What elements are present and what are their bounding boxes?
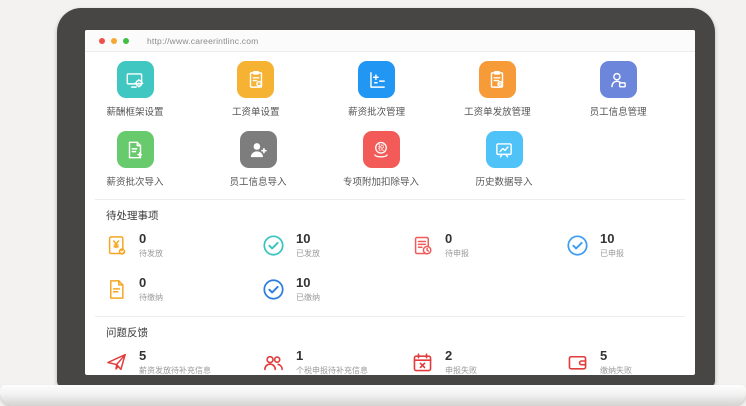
stat-label: 待申报 <box>445 248 469 259</box>
feedback-section-title: 问题反馈 <box>85 317 695 342</box>
stat-to-pay[interactable]: 0 待缴纳 <box>105 276 262 303</box>
app-history-data-import[interactable]: 历史数据导入 <box>460 131 583 188</box>
app-special-deduction-import[interactable]: 税 专项附加扣除导入 <box>337 131 460 188</box>
app-label: 员工信息导入 <box>229 174 286 188</box>
doc-clock-icon <box>411 234 434 257</box>
doc-list-icon <box>105 278 128 301</box>
stat-distribution-pending-info[interactable]: 5 薪资发放待补充信息 <box>105 349 262 375</box>
app-label: 薪资批次导入 <box>106 174 163 188</box>
stat-value: 5 <box>600 349 632 363</box>
app-salary-batch-management[interactable]: 薪资批次管理 <box>333 61 454 118</box>
stat-label: 申报失败 <box>445 365 477 375</box>
stat-value: 0 <box>139 232 163 246</box>
stat-label: 已申报 <box>600 248 624 259</box>
stat-value: 10 <box>296 276 320 290</box>
people-icon <box>262 351 285 374</box>
browser-bar: http://www.careerintlinc.com <box>85 30 695 52</box>
app-employee-info-import[interactable]: 员工信息导入 <box>214 131 337 188</box>
app-label: 员工信息管理 <box>590 104 647 118</box>
minimize-icon[interactable] <box>111 38 117 44</box>
stat-declare-failed[interactable]: 2 申报失败 <box>411 349 566 375</box>
clipboard-send-icon <box>479 61 516 98</box>
app-salary-framework-settings[interactable]: 薪酬框架设置 <box>91 61 212 118</box>
stat-tax-pending-info[interactable]: 1 个税申报待补充信息 <box>262 349 411 375</box>
app-grid-row-2: 薪资批次导入 员工信息导入 <box>85 131 695 188</box>
stat-distributed[interactable]: 10 已发放 <box>262 232 411 259</box>
doc-yen-icon <box>105 234 128 257</box>
feedback-stats-row: 5 薪资发放待补充信息 1 个税申报待补充信息 <box>85 349 695 375</box>
employee-card-icon <box>600 61 637 98</box>
stat-value: 1 <box>296 349 368 363</box>
pending-stats-row-2: 0 待缴纳 10 已缴纳 <box>85 276 695 303</box>
laptop-base <box>0 385 746 406</box>
chart-batch-icon <box>358 61 395 98</box>
app-label: 工资单设置 <box>232 104 280 118</box>
stat-label: 已缴纳 <box>296 292 320 303</box>
stat-label: 待发放 <box>139 248 163 259</box>
stat-to-distribute[interactable]: 0 待发放 <box>105 232 262 259</box>
check-circle-icon <box>262 234 285 257</box>
stat-value: 10 <box>296 232 320 246</box>
app-label: 薪资批次管理 <box>348 104 405 118</box>
stat-paid[interactable]: 10 已缴纳 <box>262 276 411 303</box>
app-label: 工资单发放管理 <box>464 104 531 118</box>
clipboard-gear-icon <box>237 61 274 98</box>
laptop-screen: http://www.careerintlinc.com 薪酬框架设置 <box>85 30 695 375</box>
check-circle-icon <box>262 278 285 301</box>
paper-plane-icon <box>105 351 128 374</box>
stat-label: 待缴纳 <box>139 292 163 303</box>
stat-label: 缴纳失败 <box>600 365 632 375</box>
stat-pay-failed[interactable]: 5 缴纳失败 <box>566 349 676 375</box>
maximize-icon[interactable] <box>123 38 129 44</box>
stat-to-declare[interactable]: 0 待申报 <box>411 232 566 259</box>
app-payslip-settings[interactable]: 工资单设置 <box>212 61 333 118</box>
stat-value: 5 <box>139 349 211 363</box>
calendar-x-icon <box>411 351 434 374</box>
app-grid-row-1: 薪酬框架设置 工资单设置 <box>85 61 695 118</box>
check-circle-icon <box>566 234 589 257</box>
address-bar[interactable]: http://www.careerintlinc.com <box>147 36 258 46</box>
tax-deduction-icon: 税 <box>363 131 400 168</box>
stat-value: 0 <box>139 276 163 290</box>
stat-value: 10 <box>600 232 624 246</box>
monitor-gear-icon <box>117 61 154 98</box>
app-employee-info-management[interactable]: 员工信息管理 <box>574 61 695 118</box>
close-icon[interactable] <box>99 38 105 44</box>
person-add-icon <box>240 131 277 168</box>
pending-stats-row-1: 0 待发放 10 已发放 <box>85 232 695 259</box>
laptop-frame: http://www.careerintlinc.com 薪酬框架设置 <box>57 8 715 387</box>
app-label: 历史数据导入 <box>475 174 532 188</box>
stat-label: 薪资发放待补充信息 <box>139 365 211 375</box>
svg-text:税: 税 <box>378 143 385 152</box>
app-label: 薪酬框架设置 <box>106 104 163 118</box>
wallet-icon <box>566 351 589 374</box>
stat-declared[interactable]: 10 已申报 <box>566 232 676 259</box>
stat-value: 2 <box>445 349 477 363</box>
pending-section-title: 待处理事项 <box>85 200 695 225</box>
stat-label: 已发放 <box>296 248 320 259</box>
history-board-icon <box>486 131 523 168</box>
app-label: 专项附加扣除导入 <box>343 174 419 188</box>
app-salary-batch-import[interactable]: 薪资批次导入 <box>91 131 214 188</box>
doc-import-icon <box>117 131 154 168</box>
stat-label: 个税申报待补充信息 <box>296 365 368 375</box>
app-payslip-distribution-management[interactable]: 工资单发放管理 <box>453 61 574 118</box>
stat-value: 0 <box>445 232 469 246</box>
